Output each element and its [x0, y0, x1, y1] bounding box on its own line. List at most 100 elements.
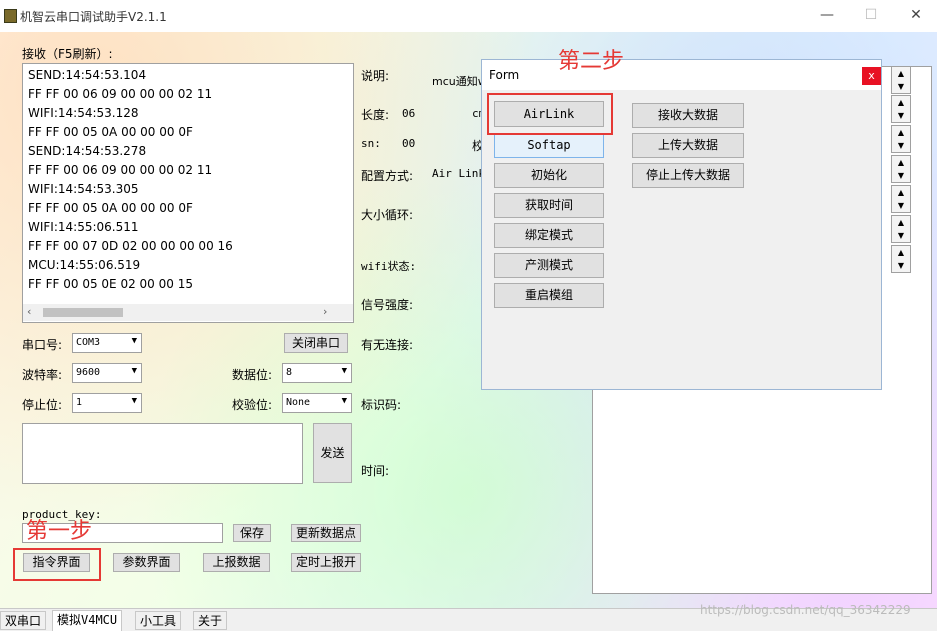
receive-line: SEND:14:54:53.104: [28, 68, 147, 82]
send-button[interactable]: 发送: [313, 423, 352, 483]
port-value: COM3: [76, 337, 101, 348]
tab-about[interactable]: 关于: [193, 611, 228, 630]
minimize-button[interactable]: —: [811, 4, 843, 26]
length-label: 长度:: [361, 108, 390, 122]
config-mode-label: 配置方式:: [361, 169, 414, 183]
receive-line: FF FF 00 05 0A 00 00 00 0F: [28, 201, 193, 215]
parity-label: 校验位:: [232, 398, 273, 412]
down-arrow-icon[interactable]: ▼: [892, 199, 910, 212]
report-data-button[interactable]: 上报数据: [203, 553, 270, 572]
form-dialog: Form x AirLink Softap 初始化 获取时间 绑定模式 产测模式…: [481, 59, 882, 390]
signal-label: 信号强度:: [361, 298, 414, 312]
update-datapoints-button[interactable]: 更新数据点: [291, 524, 361, 542]
desc-value: mcu通知w: [432, 75, 487, 88]
time-label: 时间:: [361, 464, 390, 478]
spinner[interactable]: ▲ ▼: [891, 66, 911, 94]
receive-line: FF FF 00 06 09 00 00 00 02 11: [28, 163, 213, 177]
init-button[interactable]: 初始化: [494, 163, 604, 188]
timer-report-button[interactable]: 定时上报开: [291, 553, 361, 572]
chevron-down-icon: ▼: [131, 336, 137, 346]
receive-big-data-button[interactable]: 接收大数据: [632, 103, 744, 128]
id-code-label: 标识码:: [361, 398, 402, 412]
databits-label: 数据位:: [232, 368, 273, 382]
step-one-annotation: 第一步: [26, 519, 93, 544]
receive-textbox[interactable]: SEND:14:54:53.104 FF FF 00 06 09 00 00 0…: [22, 63, 354, 323]
up-arrow-icon[interactable]: ▲: [892, 126, 910, 139]
spinner[interactable]: ▲ ▼: [891, 155, 911, 183]
receive-line: MCU:14:55:06.519: [28, 258, 141, 272]
up-arrow-icon[interactable]: ▲: [892, 67, 910, 80]
chevron-down-icon: ▼: [131, 396, 137, 406]
parity-value: None: [286, 397, 311, 408]
get-time-button[interactable]: 获取时间: [494, 193, 604, 218]
spinner[interactable]: ▲ ▼: [891, 125, 911, 153]
databits-select[interactable]: 8 ▼: [282, 363, 352, 383]
config-mode-value: Air Link: [432, 167, 485, 180]
restart-module-button[interactable]: 重启模组: [494, 283, 604, 308]
receive-line: WIFI:14:55:06.511: [28, 220, 139, 234]
chevron-down-icon: ▼: [341, 366, 347, 376]
scroll-right-icon[interactable]: ›: [323, 305, 327, 318]
loop-label: 大小循环:: [361, 208, 414, 222]
spinner[interactable]: ▲ ▼: [891, 245, 911, 273]
scroll-left-icon[interactable]: ‹: [27, 305, 31, 318]
stopbits-select[interactable]: 1 ▼: [72, 393, 142, 413]
form-title-bar: Form x: [482, 60, 881, 90]
window-title: 机智云串口调试助手V2.1.1: [20, 10, 167, 24]
upload-big-data-button[interactable]: 上传大数据: [632, 133, 744, 158]
port-select[interactable]: COM3 ▼: [72, 333, 142, 353]
spinner[interactable]: ▲ ▼: [891, 215, 911, 243]
tab-sim-v4mcu[interactable]: 模拟V4MCU: [52, 610, 123, 631]
param-view-button[interactable]: 参数界面: [113, 553, 180, 572]
close-port-button[interactable]: 关闭串口: [284, 333, 348, 353]
up-arrow-icon[interactable]: ▲: [892, 96, 910, 109]
sn-label: sn:: [361, 137, 381, 150]
horizontal-scrollbar[interactable]: ‹ ›: [23, 304, 353, 321]
test-mode-button[interactable]: 产测模式: [494, 253, 604, 278]
up-arrow-icon[interactable]: ▲: [892, 216, 910, 229]
down-arrow-icon[interactable]: ▼: [892, 80, 910, 93]
down-arrow-icon[interactable]: ▼: [892, 259, 910, 272]
up-arrow-icon[interactable]: ▲: [892, 246, 910, 259]
stopbits-value: 1: [76, 397, 83, 408]
receive-line: FF FF 00 05 0E 02 00 00 15: [28, 277, 193, 291]
highlight-box: [487, 93, 613, 135]
send-textarea[interactable]: [22, 423, 303, 484]
receive-line: FF FF 00 06 09 00 00 00 02 11: [28, 87, 213, 101]
databits-value: 8: [286, 367, 293, 378]
down-arrow-icon[interactable]: ▼: [892, 109, 910, 122]
stop-upload-big-data-button[interactable]: 停止上传大数据: [632, 163, 744, 188]
up-arrow-icon[interactable]: ▲: [892, 156, 910, 169]
spinner[interactable]: ▲ ▼: [891, 185, 911, 213]
step-two-annotation: 第二步: [558, 49, 625, 74]
chevron-down-icon: ▼: [341, 396, 347, 406]
receive-label: 接收（F5刷新）:: [22, 47, 113, 61]
parity-select[interactable]: None ▼: [282, 393, 352, 413]
spinner[interactable]: ▲ ▼: [891, 95, 911, 123]
receive-line: WIFI:14:54:53.305: [28, 182, 139, 196]
receive-line: FF FF 00 07 0D 02 00 00 00 00 16: [28, 239, 233, 253]
close-button[interactable]: ✕: [900, 4, 932, 26]
up-arrow-icon[interactable]: ▲: [892, 186, 910, 199]
stopbits-label: 停止位:: [22, 398, 63, 412]
baud-label: 波特率:: [22, 368, 63, 382]
down-arrow-icon[interactable]: ▼: [892, 139, 910, 152]
hscrollbar-thumb[interactable]: [43, 308, 123, 317]
length-value: 06: [402, 107, 416, 120]
connection-label: 有无连接:: [361, 338, 414, 352]
softap-button[interactable]: Softap: [494, 133, 604, 158]
bind-mode-button[interactable]: 绑定模式: [494, 223, 604, 248]
highlight-box: [13, 548, 101, 581]
down-arrow-icon[interactable]: ▼: [892, 229, 910, 242]
app-icon: [4, 9, 17, 23]
form-close-button[interactable]: x: [862, 67, 881, 85]
tab-dual-serial[interactable]: 双串口: [0, 611, 47, 630]
save-button[interactable]: 保存: [233, 524, 271, 542]
baud-select[interactable]: 9600 ▼: [72, 363, 142, 383]
maximize-button[interactable]: ☐: [855, 4, 887, 26]
form-title: Form: [489, 68, 520, 82]
down-arrow-icon[interactable]: ▼: [892, 169, 910, 182]
tab-tools[interactable]: 小工具: [135, 611, 182, 630]
chevron-down-icon: ▼: [131, 366, 137, 376]
wifi-status-label: wifi状态:: [361, 260, 417, 273]
